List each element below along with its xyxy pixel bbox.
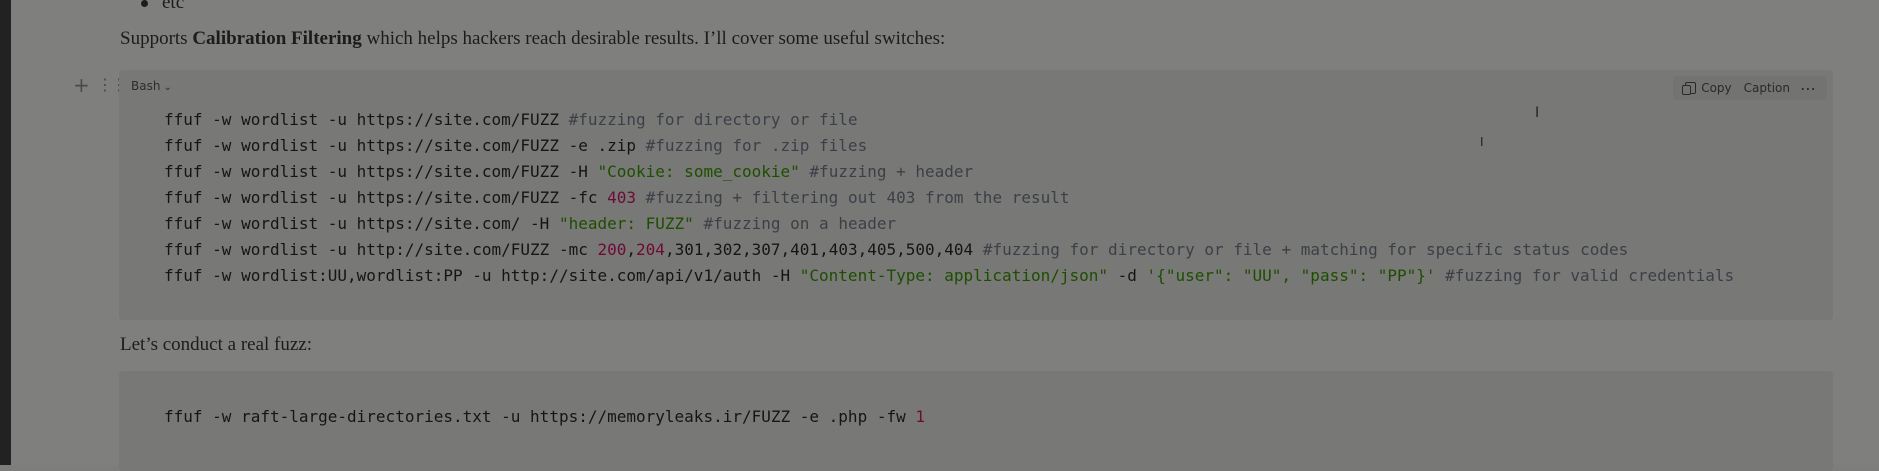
code-line: ffuf -w wordlist -u https://site.com/ -H… [164,211,1734,237]
code-line: ffuf -w wordlist:UU,wordlist:PP -u http:… [164,263,1734,289]
copy-label: Copy [1701,81,1732,95]
code-token: '{"user": "UU", "pass": "PP"}' [1146,266,1436,285]
paragraph-text: Supports [120,28,193,49]
bullet-item: etc [141,0,184,14]
document-page: etc Supports Calibration Filtering which… [11,0,1879,471]
code-token: -d [1108,266,1147,285]
paragraph-fuzz: Let’s conduct a real fuzz: [120,334,313,355]
caption-label: Caption [1743,81,1790,95]
code-token: #fuzzing for valid credentials [1445,266,1735,285]
paragraph-intro: Supports Calibration Filtering which hel… [120,28,945,50]
code-line: ffuf -w wordlist -u https://site.com/FUZ… [164,185,1734,211]
bullet-dot-icon [141,0,148,8]
code-token: 200 [597,240,627,259]
caption-button[interactable]: Caption [1738,77,1796,99]
language-label: Bash [131,79,161,93]
paragraph-bold-text: Calibration Filtering [192,28,362,49]
code-token: ,301,302,307,401,403,405,500,404 [664,240,983,259]
code-line: ffuf -w wordlist -u https://site.com/FUZ… [164,159,1734,185]
code-token: ffuf -w wordlist -u https://site.com/ -H [164,214,559,233]
code-line: ffuf -w raft-large-directories.txt -u ht… [164,407,925,426]
code-token: #fuzzing on a header [703,214,897,233]
code-line: ffuf -w wordlist -u https://site.com/FUZ… [164,107,1734,133]
code-token: #fuzzing + header [809,162,974,181]
code-token: ffuf -w wordlist -u https://site.com/FUZ… [164,162,598,181]
code-token: 204 [636,240,665,259]
paragraph-text: which helps hackers reach desirable resu… [361,28,946,49]
code-token: "Content-Type: application/json" [799,266,1109,285]
code-token: 403 [607,188,637,207]
code-content[interactable]: ffuf -w wordlist -u https://site.com/FUZ… [164,107,1734,289]
code-token: #fuzzing + filtering out 403 from the re… [645,188,1070,207]
language-select[interactable]: Bash ⌄ [131,79,172,93]
code-token: ffuf -w wordlist -u https://site.com/FUZ… [164,188,608,207]
code-token: ffuf -w wordlist:UU,wordlist:PP -u http:… [164,266,800,285]
text-cursor-icon: I [1535,105,1540,121]
code-token: , [626,240,637,259]
copy-button[interactable]: Copy [1679,77,1737,99]
code-token: ffuf -w wordlist -u https://site.com/FUZ… [164,110,569,129]
code-line: ffuf -w wordlist -u http://site.com/FUZZ… [164,237,1734,263]
code-token: ffuf -w wordlist -u https://site.com/FUZ… [164,136,646,155]
window-edge [0,0,11,465]
more-icon[interactable]: ⋯ [1796,77,1821,99]
code-token: ffuf -w wordlist -u http://site.com/FUZZ… [164,240,598,259]
code-block[interactable]: ffuf -w raft-large-directories.txt -u ht… [119,371,1833,471]
text-cursor-icon: I [1480,135,1484,149]
code-token: "Cookie: some_cookie" [597,162,800,181]
code-token: "header: FUZZ" [558,214,694,233]
code-token: ffuf -w raft-large-directories.txt -u ht… [164,407,916,426]
code-token: #fuzzing for directory or file [568,110,858,129]
code-token: #fuzzing for .zip files [645,136,868,155]
copy-icon [1682,82,1697,95]
code-line: ffuf -w wordlist -u https://site.com/FUZ… [164,133,1734,159]
bullet-text: etc [162,0,185,13]
plus-icon[interactable]: + [73,75,90,95]
code-token: 1 [915,407,925,426]
code-token: #fuzzing for directory or file + matchin… [982,240,1629,259]
code-toolbar: Copy Caption ⋯ [1673,76,1827,100]
code-block[interactable]: Bash ⌄ Copy Caption ⋯ ffuf -w wordlist -u… [119,70,1833,320]
code-content[interactable]: ffuf -w raft-large-directories.txt -u ht… [164,407,925,426]
chevron-down-icon: ⌄ [163,82,172,93]
